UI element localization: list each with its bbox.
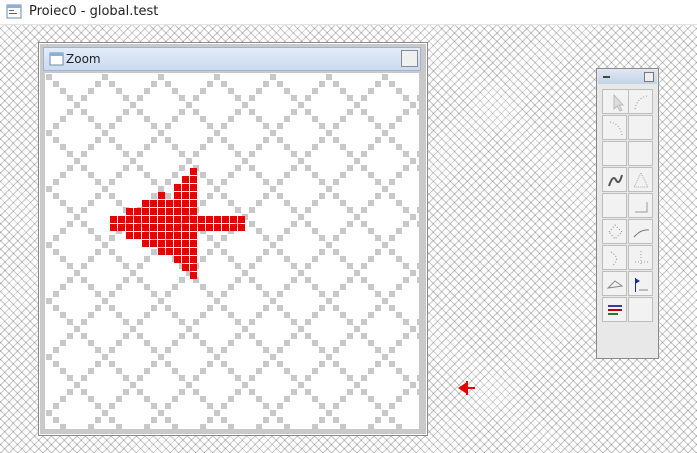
flag-icon — [635, 278, 648, 292]
tool-button[interactable] — [628, 271, 653, 296]
axis-icon — [635, 251, 648, 265]
tool-button[interactable] — [628, 193, 653, 218]
pointer-icon — [613, 93, 625, 112]
tool-button[interactable] — [628, 89, 653, 114]
spline-icon — [608, 174, 623, 187]
tool-button[interactable] — [602, 219, 627, 244]
app-title: Proiec0 - global.test — [29, 4, 159, 19]
dotted-shape-icon — [608, 224, 623, 240]
zoom-grid-pattern — [46, 74, 419, 429]
tool-button[interactable] — [602, 297, 627, 322]
app-title-bar: Proiec0 - global.test — [0, 0, 697, 25]
zoom-window-title: Zoom — [66, 52, 101, 66]
tool-button[interactable] — [602, 245, 627, 270]
tool-button[interactable] — [602, 167, 627, 192]
blank-tool-icon — [603, 142, 628, 167]
corner-icon — [635, 202, 648, 213]
toolbox-palette[interactable] — [596, 68, 659, 359]
zoom-canvas[interactable] — [45, 73, 419, 429]
blank-tool-icon — [629, 116, 654, 141]
window-icon — [49, 52, 64, 66]
toolbox-title-bar[interactable] — [598, 70, 657, 84]
tool-button[interactable] — [628, 115, 653, 140]
tool-button[interactable] — [628, 167, 653, 192]
tool-button[interactable] — [628, 245, 653, 270]
zoom-pixel-view — [46, 74, 419, 429]
blank-tool-icon — [603, 194, 628, 219]
toolbox-restore-button[interactable] — [644, 72, 654, 82]
triangle-icon — [633, 171, 649, 188]
airplane-cursor-icon — [458, 381, 475, 395]
toolbox-menu-icon[interactable] — [603, 76, 610, 78]
blank-tool-icon — [629, 298, 654, 323]
zoom-window[interactable]: Zoom — [38, 42, 428, 436]
arc-left-icon — [634, 95, 648, 110]
tool-button[interactable] — [602, 115, 627, 140]
tool-button[interactable] — [602, 141, 627, 166]
zoom-window-button[interactable] — [401, 50, 418, 67]
zoom-window-title-bar[interactable]: Zoom — [43, 47, 421, 71]
tool-button[interactable] — [602, 271, 627, 296]
tool-button[interactable] — [628, 297, 653, 322]
tool-button[interactable] — [628, 219, 653, 244]
tool-button[interactable] — [628, 141, 653, 166]
tool-button[interactable] — [602, 193, 627, 218]
text-lines-icon — [608, 305, 622, 315]
dotted-curve-icon — [610, 251, 617, 266]
arc-right-icon — [609, 121, 623, 136]
blank-tool-icon — [629, 142, 654, 167]
app-icon — [6, 4, 22, 19]
curve-icon — [633, 229, 650, 238]
skew-icon — [606, 280, 624, 289]
